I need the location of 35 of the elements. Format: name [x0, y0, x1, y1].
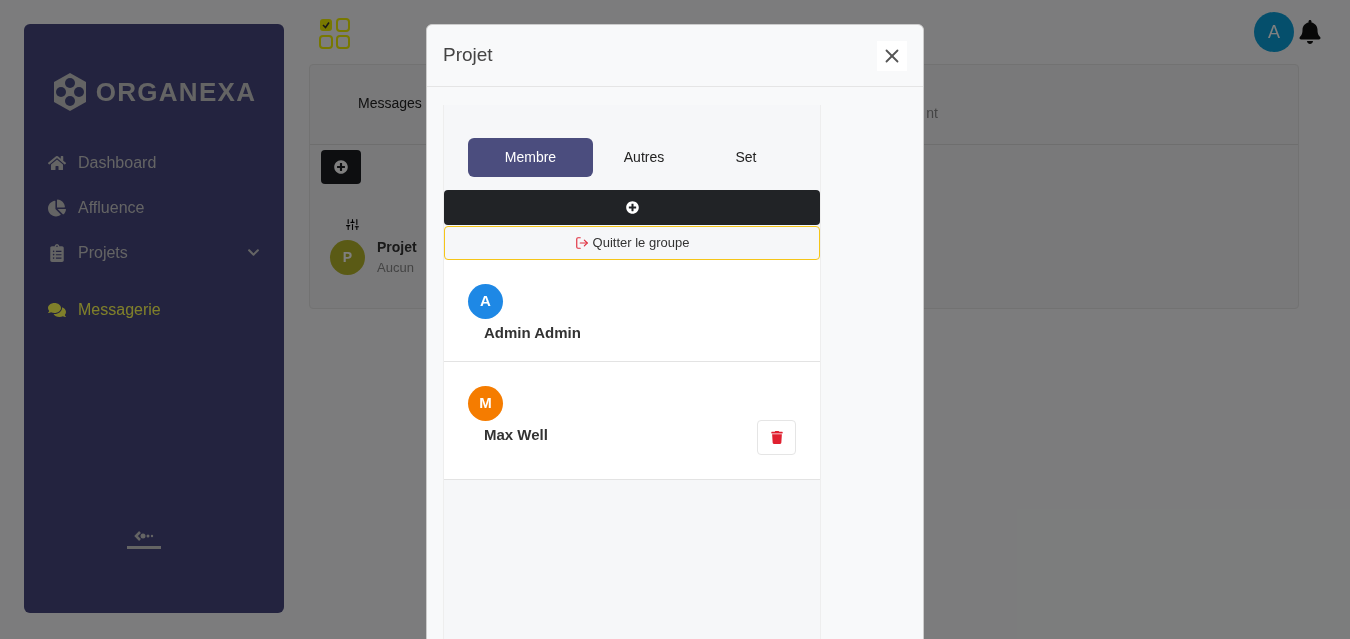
logo-icon	[51, 72, 88, 112]
trash-icon	[770, 431, 783, 444]
sidebar-item[interactable]: Projets	[24, 230, 284, 275]
grid-icon	[319, 18, 351, 50]
add-button[interactable]	[321, 150, 361, 184]
clipboard-icon	[48, 243, 66, 262]
logo-text: ORGANEXA	[95, 75, 257, 109]
delete-button[interactable]	[757, 420, 796, 455]
sidebar-item[interactable]: Affluence	[24, 185, 284, 230]
member-avatar: M	[468, 386, 503, 421]
plus-icon	[625, 201, 639, 214]
close-button[interactable]	[877, 40, 907, 71]
member-avatar: A	[468, 284, 503, 319]
collapse-button[interactable]	[127, 530, 161, 549]
member-name: Admin Admin	[484, 323, 581, 343]
logout-icon	[574, 236, 589, 250]
tab[interactable]: Membre	[468, 138, 593, 177]
user-avatar[interactable]: A	[1254, 12, 1294, 52]
pie-chart-icon	[48, 198, 66, 217]
plus-icon	[334, 160, 348, 174]
home-icon	[48, 153, 66, 172]
leave-group-button[interactable]: Quitter le groupe	[444, 226, 820, 260]
sidebar-item[interactable]: Dashboard	[24, 140, 284, 185]
bell-icon[interactable]	[1298, 20, 1322, 44]
sliders-icon[interactable]	[346, 218, 359, 231]
tab[interactable]: Set	[695, 138, 797, 177]
conversation-title[interactable]: Projet	[377, 237, 417, 258]
sidebar-item[interactable]: Messagerie	[24, 287, 284, 332]
modal-title: Projet	[443, 43, 493, 68]
collapse-arrow-icon	[133, 530, 155, 542]
tab[interactable]: Autres	[593, 138, 695, 177]
member-name: Max Well	[484, 425, 548, 445]
tab-label[interactable]: Messages	[358, 93, 422, 114]
avatar: P	[330, 239, 365, 275]
chat-icon	[48, 300, 66, 319]
